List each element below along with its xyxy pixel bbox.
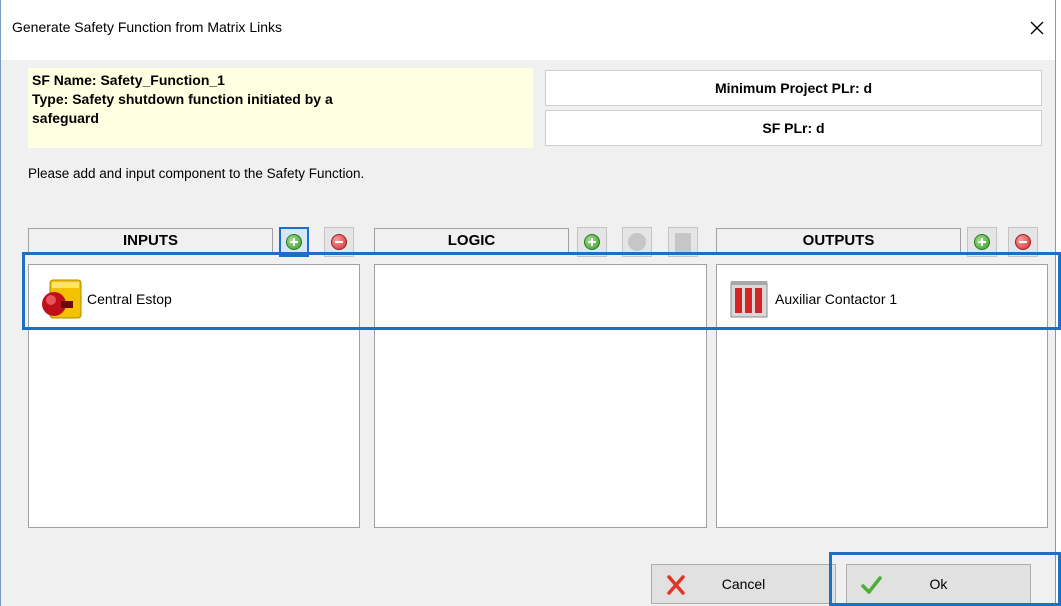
logic-disabled-button-2[interactable] <box>668 227 698 257</box>
close-button[interactable] <box>1019 10 1055 46</box>
sf-info-panel: SF Name: Safety_Function_1 Type: Safety … <box>28 68 533 148</box>
cancel-button[interactable]: Cancel <box>651 564 836 604</box>
contactor-icon <box>730 281 768 318</box>
add-icon <box>974 234 990 250</box>
sf-type-line2: safeguard <box>32 110 99 126</box>
remove-output-button[interactable] <box>1008 227 1038 257</box>
sf-plr: SF PLr: d <box>545 110 1042 146</box>
add-icon <box>584 234 600 250</box>
check-icon <box>861 576 882 594</box>
window-title: Generate Safety Function from Matrix Lin… <box>12 19 282 35</box>
sf-name: SF Name: Safety_Function_1 <box>32 72 225 88</box>
add-input-button[interactable] <box>279 227 309 257</box>
estop-icon <box>42 279 82 319</box>
title-bar: Generate Safety Function from Matrix Lin… <box>1 0 1055 60</box>
output-item-label: Auxiliar Contactor 1 <box>775 291 898 307</box>
remove-icon <box>331 234 347 250</box>
dialog-window: Generate Safety Function from Matrix Lin… <box>0 0 1056 606</box>
cancel-x-icon <box>667 575 685 595</box>
add-output-button[interactable] <box>967 227 997 257</box>
sf-type-line1: Type: Safety shutdown function initiated… <box>32 91 333 107</box>
close-icon <box>1030 21 1044 35</box>
instruction-text: Please add and input component to the Sa… <box>28 166 365 181</box>
logic-header: LOGIC <box>374 228 569 252</box>
outputs-header: OUTPUTS <box>716 228 961 252</box>
add-icon <box>286 234 302 250</box>
outputs-list[interactable]: Auxiliar Contactor 1 <box>716 264 1048 528</box>
list-item[interactable]: Central Estop <box>39 277 172 321</box>
disabled-circle-icon <box>628 233 646 251</box>
list-item[interactable]: Auxiliar Contactor 1 <box>727 277 897 321</box>
ok-button[interactable]: Ok <box>846 564 1031 604</box>
remove-input-button[interactable] <box>324 227 354 257</box>
input-item-label: Central Estop <box>87 291 172 307</box>
remove-icon <box>1015 234 1031 250</box>
minimum-project-plr: Minimum Project PLr: d <box>545 70 1042 106</box>
disabled-square-icon <box>675 232 691 252</box>
logic-disabled-button-1[interactable] <box>622 227 652 257</box>
add-logic-button[interactable] <box>577 227 607 257</box>
inputs-header: INPUTS <box>28 228 273 252</box>
inputs-list[interactable]: Central Estop <box>28 264 360 528</box>
logic-list[interactable] <box>374 264 707 528</box>
